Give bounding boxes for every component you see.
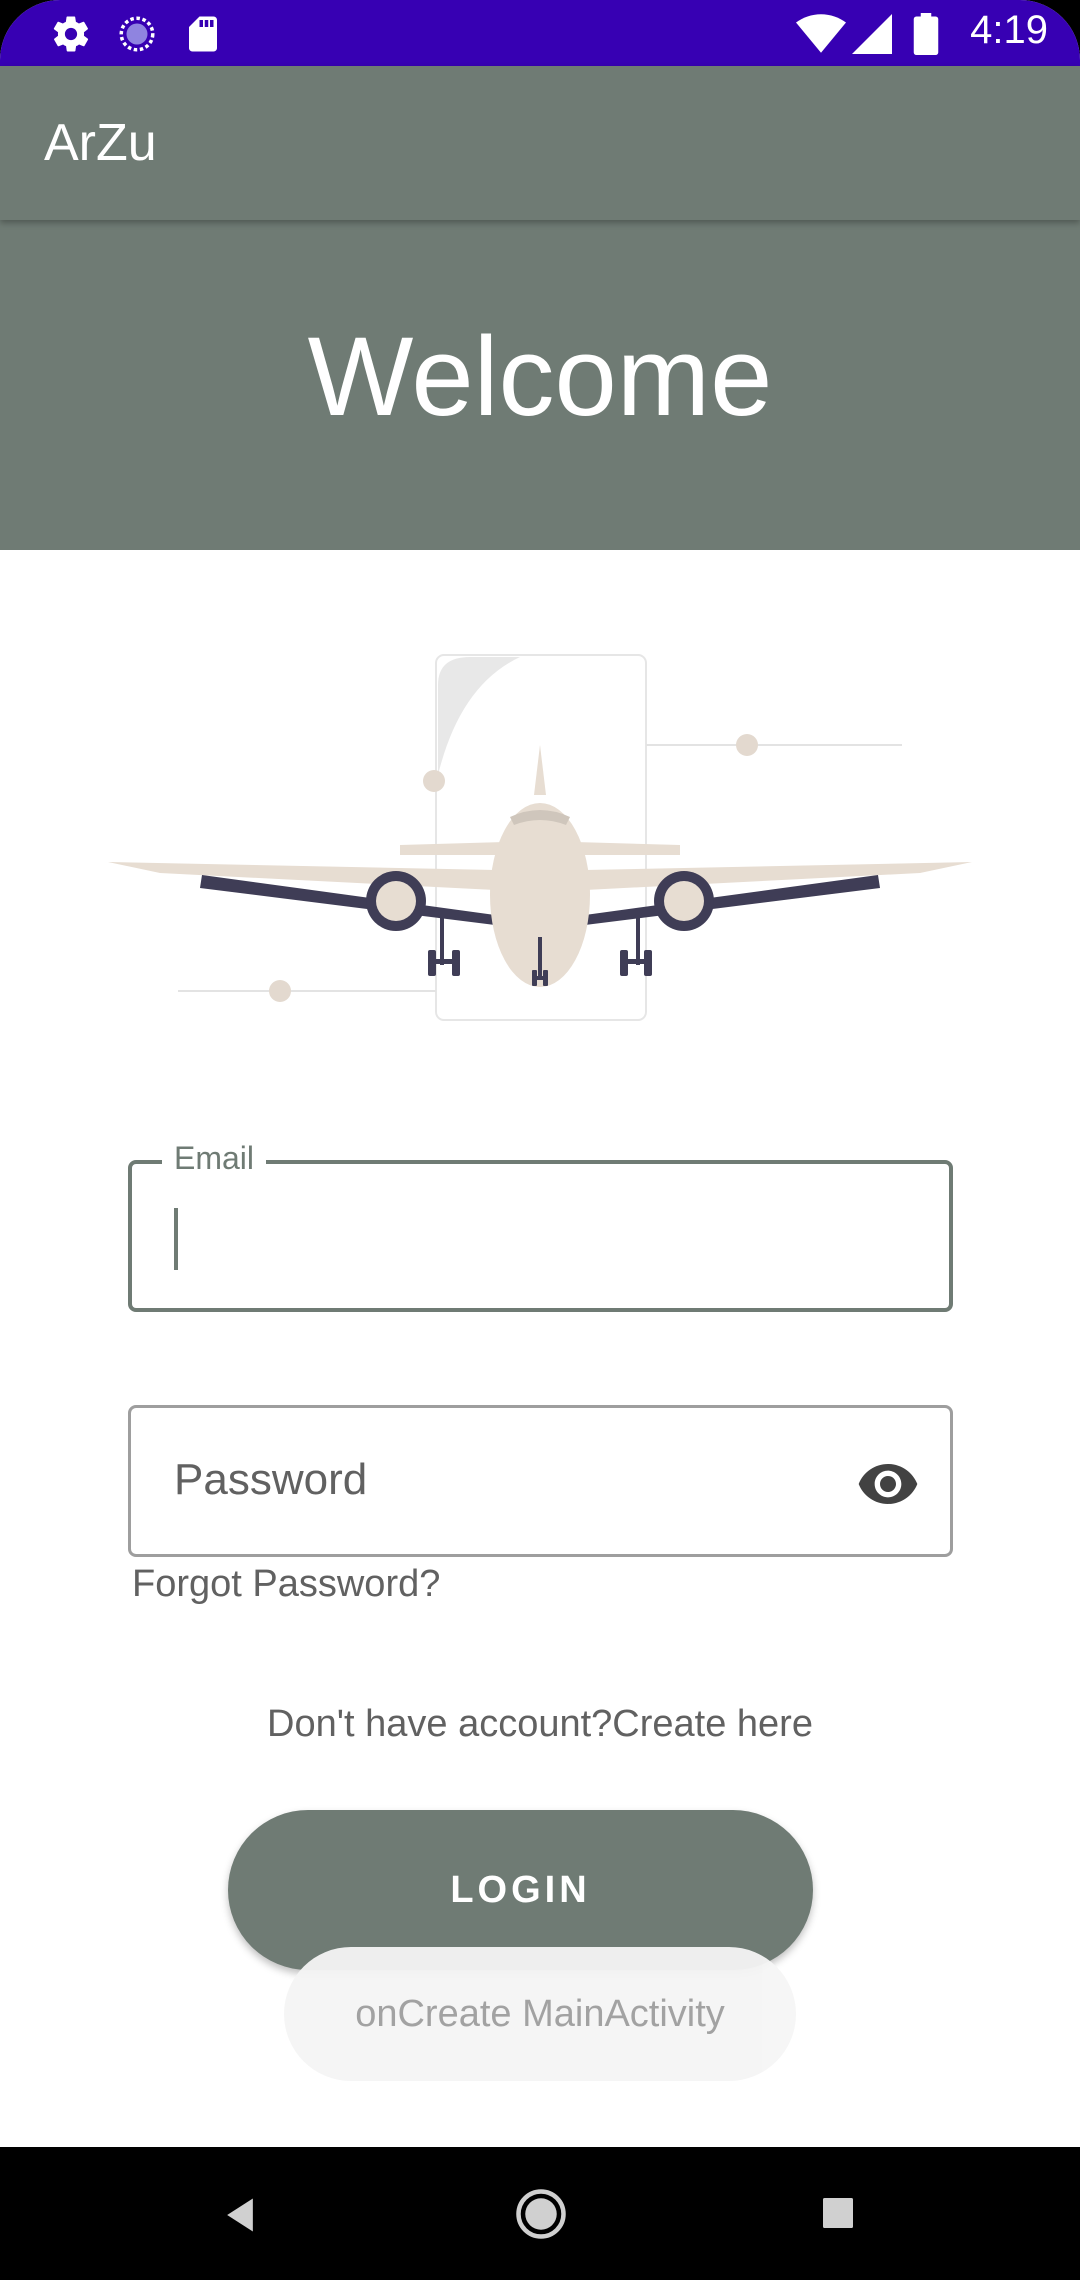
app-bar: ArZu — [0, 66, 1080, 220]
text-cursor — [174, 1208, 178, 1270]
eye-icon[interactable] — [856, 1452, 920, 1516]
create-account-link[interactable]: Don't have account?Create here — [0, 1703, 1080, 1746]
deco-dot — [423, 770, 445, 792]
left-engine-inner — [376, 881, 416, 921]
toast-message: onCreate MainActivity — [284, 1947, 796, 2081]
password-field[interactable]: Password — [128, 1405, 953, 1557]
frame-fold — [438, 657, 520, 775]
right-wing — [585, 862, 972, 890]
settings-icon — [53, 16, 89, 52]
app-title: ArZu — [44, 114, 157, 172]
password-placeholder: Password — [174, 1455, 368, 1504]
login-button[interactable]: LOGIN — [228, 1810, 813, 1970]
recents-icon[interactable] — [818, 2193, 858, 2233]
back-icon[interactable] — [218, 2193, 262, 2237]
welcome-heading: Welcome — [307, 314, 773, 439]
wifi-icon — [796, 14, 846, 53]
right-engine-inner — [664, 881, 704, 921]
email-label: Email — [162, 1140, 267, 1177]
navigation-bar — [0, 2147, 1080, 2280]
cellular-signal-icon — [852, 14, 892, 54]
status-bar: 4:19 — [0, 0, 1080, 66]
battery-icon — [913, 13, 939, 55]
email-field[interactable]: Email — [128, 1140, 953, 1312]
deco-dot — [736, 734, 758, 756]
sd-card-icon — [189, 16, 217, 52]
home-icon[interactable] — [514, 2187, 568, 2241]
clock: 4:19 — [970, 8, 1048, 52]
airplane-illustration — [108, 654, 972, 1021]
forgot-password-link[interactable]: Forgot Password? — [132, 1563, 440, 1606]
sync-icon — [119, 16, 155, 52]
deco-dot — [269, 980, 291, 1002]
welcome-banner: Welcome — [0, 220, 1080, 550]
tail-fin — [534, 745, 546, 795]
screen: 4:19 ArZu Welcome Email Password Forgot … — [0, 0, 1080, 2280]
